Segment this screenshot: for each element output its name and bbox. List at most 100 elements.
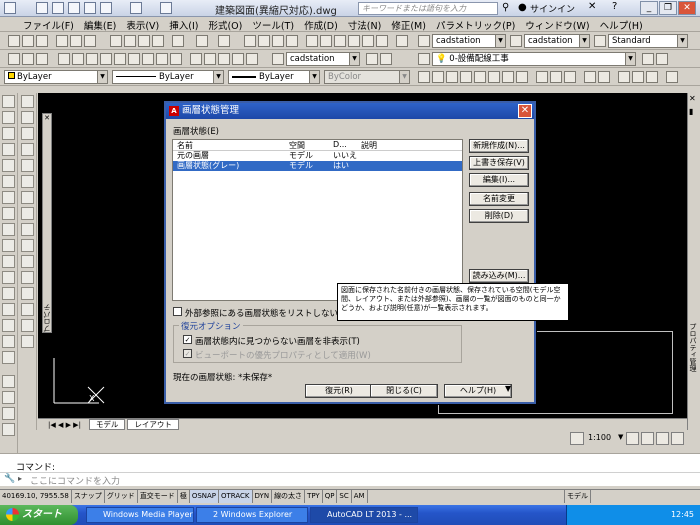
otrack-toggle[interactable]: OTRACK <box>219 490 253 503</box>
dim-linear-icon[interactable] <box>418 71 430 83</box>
layer-merge-icon[interactable] <box>204 53 216 65</box>
help-button[interactable]: ヘルプ(H) <box>444 384 512 398</box>
pan-icon[interactable] <box>244 35 256 47</box>
dim-arc-icon[interactable] <box>446 71 458 83</box>
col-d[interactable]: D... <box>333 140 347 149</box>
model-button[interactable]: モデル <box>564 490 591 503</box>
import-button[interactable]: 読み込み(M)... <box>469 269 529 283</box>
polyline-icon[interactable] <box>2 127 15 140</box>
color-select[interactable]: ByLayer ▼ <box>4 70 108 84</box>
dim-style-select[interactable]: cadstation ▼ <box>524 34 590 48</box>
table-style-select[interactable]: Standard ▼ <box>608 34 688 48</box>
menu-window[interactable]: ウィンドウ(W) <box>520 17 594 32</box>
layer-on-icon[interactable] <box>142 53 154 65</box>
gradient-icon[interactable] <box>2 303 15 316</box>
table-style-icon[interactable] <box>594 35 606 47</box>
paste-icon[interactable] <box>138 35 150 47</box>
edit-button[interactable]: 編集(I)... <box>469 173 529 187</box>
polar-toggle[interactable]: 極 <box>178 490 190 503</box>
dyn-toggle[interactable]: DYN <box>253 490 273 503</box>
lwt-toggle[interactable]: 線の太さ <box>272 490 306 503</box>
menu-insert[interactable]: 挿入(I) <box>164 17 203 32</box>
menu-tools[interactable]: ツール(T) <box>247 17 299 32</box>
lock-icon[interactable] <box>656 432 669 445</box>
command-dropdown-icon[interactable]: ▸ <box>18 474 22 483</box>
menu-modify[interactable]: 修正(M) <box>386 17 431 32</box>
circle-icon[interactable] <box>2 191 15 204</box>
dim-baseline-icon[interactable] <box>550 71 562 83</box>
revcloud-icon[interactable] <box>2 207 15 220</box>
scale-icon[interactable] <box>21 207 34 220</box>
find-icon[interactable] <box>2 423 15 436</box>
tab-nav-icon[interactable]: |◀ ◀ ▶ ▶| <box>42 421 87 430</box>
dim-quick-icon[interactable] <box>536 71 548 83</box>
close-manager-icon[interactable]: ✕ <box>689 94 696 103</box>
matchprop-icon[interactable] <box>152 35 164 47</box>
menu-file[interactable]: ファイル(F) <box>18 17 79 32</box>
lineweight-select[interactable]: ByLayer ▼ <box>228 70 320 84</box>
am-toggle[interactable]: AM <box>352 490 368 503</box>
help-icon[interactable] <box>396 35 408 47</box>
help-arrow-icon[interactable]: ▼ <box>505 384 511 393</box>
save-icon[interactable] <box>68 2 80 14</box>
spline-icon[interactable] <box>2 223 15 236</box>
col-name[interactable]: 名前 <box>177 140 193 151</box>
arc-icon[interactable] <box>2 175 15 188</box>
array-icon[interactable] <box>21 159 34 172</box>
delete-button[interactable]: 削除(D) <box>469 209 529 223</box>
dim-jogged-icon[interactable] <box>488 71 500 83</box>
undo-icon[interactable] <box>196 35 208 47</box>
qnew-icon[interactable] <box>8 35 20 47</box>
close-palette-icon[interactable]: ✕ <box>43 114 51 122</box>
layer-unisolate-icon[interactable] <box>86 53 98 65</box>
xref-checkbox[interactable] <box>173 307 182 316</box>
text-style-select[interactable]: cadstation ▼ <box>432 34 506 48</box>
close-window-button[interactable]: ✕ <box>678 1 696 15</box>
polygon-icon[interactable] <box>2 143 15 156</box>
join-icon[interactable] <box>21 287 34 300</box>
save-button[interactable]: 上書き保存(V) <box>469 156 529 170</box>
layer-walk-icon[interactable] <box>190 53 202 65</box>
layer-select[interactable]: 💡 0-設備配線工事 ▼ <box>432 52 636 66</box>
menu-draw[interactable]: 作成(D) <box>299 17 343 32</box>
layer-state-icon[interactable] <box>22 53 34 65</box>
task-media-player[interactable]: Windows Media Player <box>86 507 194 523</box>
linetype-select[interactable]: ByLayer ▼ <box>112 70 224 84</box>
layer-unlock-icon[interactable] <box>170 53 182 65</box>
text-style-icon[interactable] <box>272 53 284 65</box>
open-icon[interactable] <box>22 35 34 47</box>
layer-previous-icon[interactable] <box>36 53 48 65</box>
ortho-toggle[interactable]: 直交モード <box>138 490 178 503</box>
layer-match-icon[interactable] <box>58 53 70 65</box>
layer-thaw-icon[interactable] <box>156 53 168 65</box>
menu-dimension[interactable]: 寸法(N) <box>343 17 387 32</box>
layer-copy-icon[interactable] <box>246 53 258 65</box>
dim-aligned-icon[interactable] <box>432 71 444 83</box>
rename-button[interactable]: 名前変更 <box>469 192 529 206</box>
restore-button[interactable]: ❐ <box>659 1 677 15</box>
layer-manager-icon[interactable] <box>418 53 430 65</box>
task-autocad[interactable]: AutoCAD LT 2013 - ... <box>310 507 418 523</box>
plot-icon[interactable] <box>56 35 68 47</box>
dialog-close-button[interactable]: ✕ <box>518 104 532 118</box>
dim-diameter-icon[interactable] <box>502 71 514 83</box>
layer-lock-icon[interactable] <box>128 53 140 65</box>
dim-text-edit-icon[interactable] <box>632 71 644 83</box>
signin-button[interactable]: サインイン <box>530 2 575 15</box>
text-style-icon[interactable] <box>418 35 430 47</box>
redo-icon[interactable] <box>218 35 230 47</box>
mirror-icon[interactable] <box>21 127 34 140</box>
xline-icon[interactable] <box>2 111 15 124</box>
make-current-icon[interactable] <box>642 53 654 65</box>
layer-text-style-select[interactable]: cadstation ▼ <box>286 52 360 66</box>
zoom-previous-icon[interactable] <box>286 35 298 47</box>
dim-edit-icon[interactable] <box>380 53 392 65</box>
break-icon[interactable] <box>21 271 34 284</box>
attdef-icon[interactable] <box>2 391 15 404</box>
pin-icon[interactable]: ▮ <box>689 107 693 116</box>
annotation-scale[interactable]: 1:100 <box>588 433 611 442</box>
snap-toggle[interactable]: スナップ <box>72 490 105 503</box>
line-icon[interactable] <box>2 95 15 108</box>
grid-toggle[interactable]: グリッド <box>105 490 138 503</box>
text-icon[interactable] <box>2 375 15 388</box>
